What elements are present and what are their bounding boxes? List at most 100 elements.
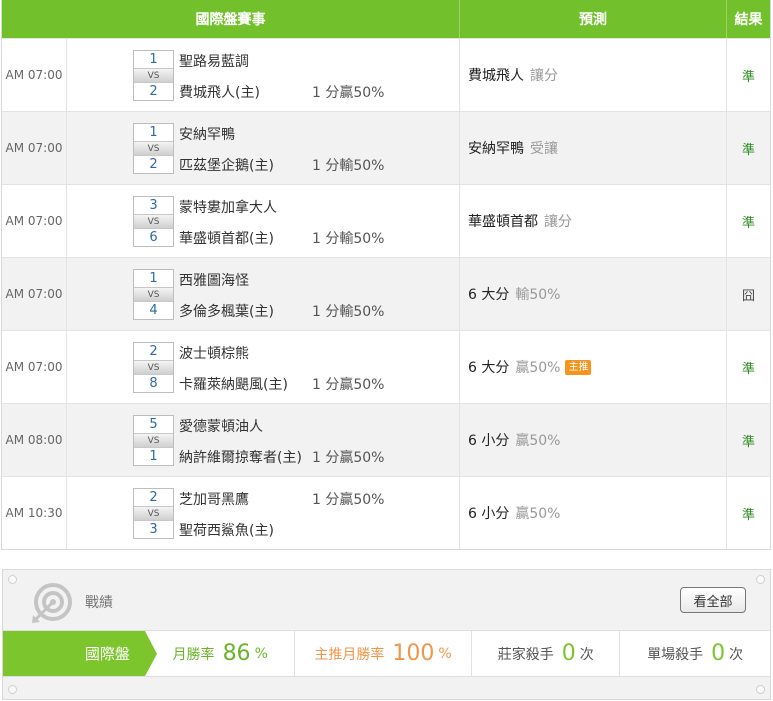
single-killer-value: 0 [711, 641, 726, 666]
header-result: 結果 [734, 12, 763, 28]
home-team: 費城飛人(主) [179, 85, 260, 101]
prediction-cell: 華盛頓首都 讓分 [460, 185, 727, 257]
prediction-pick: 6 大分 [468, 287, 510, 303]
away-score: 1 [149, 125, 158, 140]
prediction-cell: 6 大分 贏50% 主推 [460, 331, 727, 403]
game-time: AM 07:00 [2, 112, 67, 184]
home-score: 2 [149, 84, 158, 99]
away-score: 3 [149, 198, 158, 213]
corner-dot [756, 575, 765, 584]
home-team: 匹茲堡企鵝(主) [179, 158, 274, 174]
score-box: 1 VS 2 [133, 123, 174, 174]
away-score: 2 [149, 344, 158, 359]
prediction-pick: 6 小分 [468, 506, 510, 522]
prediction-detail: 讓分 [544, 214, 572, 230]
home-team: 華盛頓首都(主) [179, 231, 274, 247]
vs-label: VS [134, 287, 173, 302]
result: 準 [741, 361, 755, 377]
vs-label: VS [134, 214, 173, 229]
prediction-detail: 輸50% [515, 287, 561, 303]
score-box: 5 VS 1 [133, 415, 174, 466]
handicap: 1 分贏50% [312, 492, 385, 508]
prediction-detail: 贏50% [515, 360, 561, 376]
match-cell: 2 VS 8 波士頓棕熊 卡羅萊納颶風(主) 1 分贏50% [67, 331, 460, 403]
home-score: 1 [149, 449, 158, 464]
home-team: 多倫多楓葉(主) [179, 304, 274, 320]
match-cell: 1 VS 2 聖路易藍調 費城飛人(主) 1 分贏50% [67, 39, 460, 111]
home-score: 8 [149, 376, 158, 391]
home-score: 4 [149, 303, 158, 318]
single-killer-label: 單場殺手 [647, 646, 704, 663]
result: 準 [741, 215, 755, 231]
result: 準 [741, 434, 755, 450]
prediction-pick: 6 大分 [468, 360, 510, 376]
prediction-pick: 華盛頓首都 [468, 214, 538, 230]
bookie-killer: 莊家殺手 0 次 [472, 631, 621, 676]
prediction-detail: 讓分 [530, 68, 558, 84]
result: 囧 [741, 288, 755, 304]
match-cell: 3 VS 6 蒙特婁加拿大人 華盛頓首都(主) 1 分輸50% [67, 185, 460, 257]
top-pick-value: 100 [392, 641, 435, 666]
game-time: AM 07:00 [2, 39, 67, 111]
prediction-cell: 安納罕鴨 受讓 [460, 112, 727, 184]
score-box: 2 VS 8 [133, 342, 174, 393]
top-pick-badge: 主推 [565, 359, 592, 375]
corner-dot [8, 575, 17, 584]
bookie-killer-label: 莊家殺手 [497, 646, 554, 663]
away-team: 安納罕鴨 [179, 127, 235, 143]
home-score: 2 [149, 157, 158, 172]
view-all-button[interactable]: 看全部 [680, 587, 746, 613]
top-pick-label: 主推月勝率 [314, 646, 385, 663]
vs-label: VS [134, 433, 173, 448]
table-row: AM 07:00 1 VS 4 西雅圖海怪 多倫多楓葉(主) 1 分輸50% 6 大分 輸50%… [2, 257, 770, 330]
table-header: 國際盤賽事 預測 結果 [2, 0, 770, 38]
home-team: 聖荷西鯊魚(主) [179, 523, 274, 539]
vs-label: VS [134, 141, 173, 156]
table-row: AM 08:00 5 VS 1 愛德蒙頓油人 納許維爾掠奪者(主) 1 分贏50% 6 小分贏… [2, 403, 770, 476]
score-box: 2 VS 3 [133, 488, 174, 539]
vs-label: VS [134, 506, 173, 521]
stats-strip: 國際盤 月勝率 86 % 主推月勝率 100 % 莊家殺手 0 次 單場殺手 0… [3, 630, 770, 677]
top-pick-unit: % [438, 645, 452, 662]
handicap: 1 分贏50% [312, 377, 385, 393]
bookie-killer-unit: 次 [579, 646, 594, 663]
table-row: AM 07:00 3 VS 6 蒙特婁加拿大人 華盛頓首都(主) 1 分輸50% 華盛頓首都讓… [2, 184, 770, 257]
handicap: 1 分輸50% [312, 231, 385, 247]
result: 準 [741, 142, 755, 158]
game-time: AM 10:30 [2, 477, 67, 549]
result: 準 [741, 69, 755, 85]
table-row: AM 07:00 1 VS 2 安納罕鴨匹茲堡企鵝(主) 1 分輸50% 安納罕鴨 受讓準 [2, 111, 770, 184]
stats-title: 戰績 [85, 595, 113, 611]
stats-panel: 戰績 看全部 國際盤 月勝率 86 % 主推月勝率 100 % 莊家殺手 0 次… [2, 569, 771, 700]
away-team: 芝加哥黑鷹 [179, 492, 249, 508]
handicap: 1 分輸50% [312, 304, 385, 320]
single-killer-unit: 次 [729, 646, 744, 663]
vs-label: VS [134, 360, 173, 375]
prediction-pick: 費城飛人 [468, 68, 524, 84]
prediction-cell: 6 小分 贏50% [460, 477, 727, 549]
match-cell: 5 VS 1 愛德蒙頓油人 納許維爾掠奪者(主) 1 分贏50% [67, 404, 460, 476]
away-score: 2 [149, 490, 158, 505]
home-score: 6 [149, 230, 158, 245]
away-team: 波士頓棕熊 [179, 346, 249, 362]
prediction-cell: 費城飛人 讓分 [460, 39, 727, 111]
handicap: 1 分輸50% [312, 158, 385, 174]
score-box: 1 VS 2 [133, 50, 174, 101]
home-score: 3 [149, 522, 158, 537]
away-score: 5 [149, 417, 158, 432]
away-score: 1 [149, 52, 158, 67]
prediction-pick: 6 小分 [468, 433, 510, 449]
match-cell: 2 VS 3 芝加哥黑鷹聖荷西鯊魚(主) 1 分贏50% [67, 477, 460, 549]
monthly-win-value: 86 [222, 641, 251, 666]
games-rows: AM 07:00 1 VS 2 聖路易藍調 費城飛人(主) 1 分贏50% 費城飛人 讓分準 AM… [2, 38, 770, 549]
game-time: AM 07:00 [2, 258, 67, 330]
prediction-detail: 受讓 [530, 141, 558, 157]
monthly-win-rate: 月勝率 86 % [147, 631, 295, 676]
monthly-win-label: 月勝率 [172, 646, 215, 663]
header-prediction: 預測 [460, 0, 727, 38]
vs-label: VS [134, 68, 173, 83]
away-score: 1 [149, 271, 158, 286]
table-row: AM 10:30 2 VS 3 芝加哥黑鷹聖荷西鯊魚(主) 1 分贏50% 6 小分 贏50%… [2, 476, 770, 549]
corner-dot [756, 685, 765, 694]
top-pick-win-rate: 主推月勝率 100 % [295, 631, 473, 676]
